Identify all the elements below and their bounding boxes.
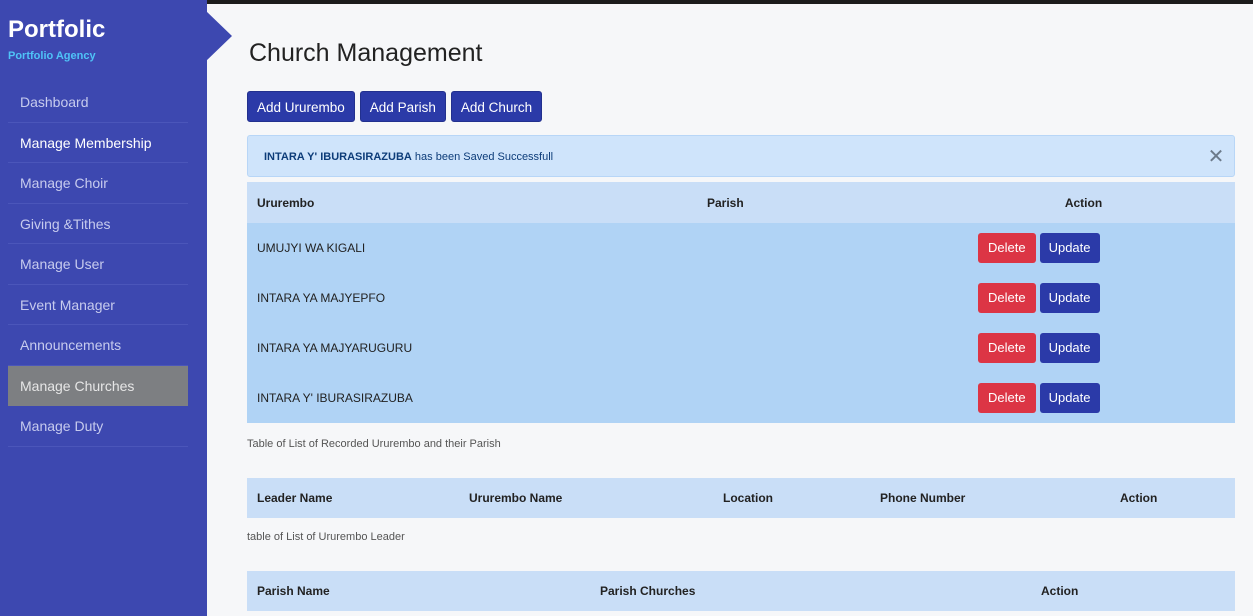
table-row: UMUJYI WA KIGALI Delete Update [247,223,1235,273]
column-header-action: Action [1110,478,1235,518]
action-cell: Delete Update [932,373,1235,423]
table-header-row: Ururembo Parish Action [247,182,1235,223]
ururembo-table-caption: Table of List of Recorded Ururembo and t… [247,438,501,450]
table-row: INTARA YA MAJYEPFO Delete Update [247,273,1235,323]
delete-button[interactable]: Delete [978,233,1036,263]
page-title: Church Management [249,39,483,67]
column-header-parish-name: Parish Name [247,571,590,611]
alert-saved-name: INTARA Y' IBURASIRAZUBA [264,151,412,163]
update-button[interactable]: Update [1039,333,1100,363]
column-header-location: Location [713,478,870,518]
sidebar-item-manage-churches[interactable]: Manage Churches [8,365,188,406]
column-header-ururembo: Ururembo [247,182,597,223]
leader-table-caption: table of List of Ururembo Leader [247,531,405,543]
delete-button[interactable]: Delete [978,383,1036,413]
column-header-parish-churches: Parish Churches [590,571,1031,611]
action-cell: Delete Update [932,273,1235,323]
ururembo-cell: UMUJYI WA KIGALI [247,223,597,273]
ururembo-cell: INTARA YA MAJYEPFO [247,273,597,323]
column-header-phone-number: Phone Number [870,478,1110,518]
sidebar-item-event-manager[interactable]: Event Manager [8,285,188,325]
brand-title: Portfolic [8,16,106,43]
table-header-row: Leader Name Ururembo Name Location Phone… [247,478,1235,518]
sidebar-item-manage-user[interactable]: Manage User [8,244,188,285]
column-header-parish: Parish [597,182,932,223]
table-row: INTARA Y' IBURASIRAZUBA Delete Update [247,373,1235,423]
parish-cell [597,273,932,323]
column-header-action: Action [1031,571,1235,611]
column-header-ururembo-name: Ururembo Name [459,478,713,518]
brand-subtitle: Portfolio Agency [8,50,96,62]
add-church-button[interactable]: Add Church [450,91,543,122]
table-header-row: Parish Name Parish Churches Action [247,571,1235,611]
parish-cell [597,223,932,273]
action-cell: Delete Update [932,323,1235,373]
sidebar-item-announcements[interactable]: Announcements [8,325,188,366]
action-cell: Delete Update [932,223,1235,273]
table-row: INTARA YA MAJYARUGURU Delete Update [247,323,1235,373]
column-header-action: Action [932,182,1235,223]
add-ururembo-button[interactable]: Add Ururembo [247,91,355,122]
update-button[interactable]: Update [1039,283,1100,313]
close-icon[interactable]: ✕ [1206,136,1226,178]
delete-button[interactable]: Delete [978,283,1036,313]
column-header-leader-name: Leader Name [247,478,459,518]
ururembo-cell: INTARA YA MAJYARUGURU [247,323,597,373]
brand-arrow-decoration [205,10,232,62]
success-alert: INTARA Y' IBURASIRAZUBA has been Saved S… [247,135,1235,177]
sidebar-item-giving-tithes[interactable]: Giving &Tithes [8,204,188,244]
update-button[interactable]: Update [1039,233,1100,263]
alert-message: has been Saved Successfull [414,151,554,163]
sidebar-nav: Dashboard Manage Membership Manage Choir… [8,82,188,447]
parish-cell [597,323,932,373]
delete-button[interactable]: Delete [978,333,1036,363]
sidebar-item-dashboard[interactable]: Dashboard [8,82,188,123]
ururembo-cell: INTARA Y' IBURASIRAZUBA [247,373,597,423]
brand[interactable]: Portfolic Portfolio Agency [8,16,105,62]
parish-table: Parish Name Parish Churches Action [247,571,1235,611]
sidebar: Portfolic Portfolio Agency Dashboard Man… [0,0,207,616]
add-parish-button[interactable]: Add Parish [359,91,446,122]
sidebar-item-manage-choir[interactable]: Manage Choir [8,163,188,204]
parish-cell [597,373,932,423]
sidebar-item-manage-duty[interactable]: Manage Duty [8,406,188,447]
sidebar-item-manage-membership[interactable]: Manage Membership [8,123,188,163]
action-buttons: Add Ururembo Add Parish Add Church [247,91,543,122]
leader-table: Leader Name Ururembo Name Location Phone… [247,478,1235,518]
ururembo-table: Ururembo Parish Action UMUJYI WA KIGALI … [247,182,1235,423]
update-button[interactable]: Update [1039,383,1100,413]
